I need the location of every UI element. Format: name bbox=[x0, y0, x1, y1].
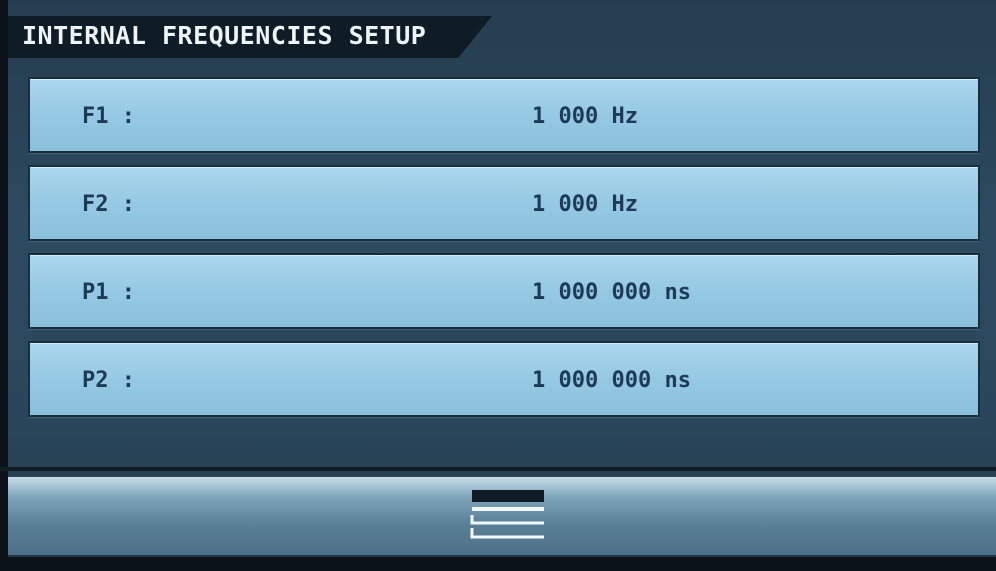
screen: INTERNAL FREQUENCIES SETUP F1 : 1 000 Hz… bbox=[0, 0, 996, 571]
setting-row-p2[interactable]: P2 : 1 000 000 ns bbox=[28, 341, 980, 417]
menu-button[interactable] bbox=[460, 486, 556, 546]
setting-label-f2: F2 : bbox=[82, 192, 135, 217]
screen-bezel-left bbox=[0, 0, 8, 571]
screen-bezel-bottom bbox=[0, 557, 996, 571]
settings-list: F1 : 1 000 Hz F2 : 1 000 Hz P1 : 1 000 0… bbox=[28, 77, 980, 429]
footer-divider bbox=[0, 467, 996, 471]
page-title: INTERNAL FREQUENCIES SETUP bbox=[22, 21, 427, 50]
setting-row-f2[interactable]: F2 : 1 000 Hz bbox=[28, 165, 980, 241]
setting-row-p1[interactable]: P1 : 1 000 000 ns bbox=[28, 253, 980, 329]
menu-icon bbox=[470, 490, 544, 539]
setting-label-p2: P2 : bbox=[82, 368, 135, 393]
setting-label-p1: P1 : bbox=[82, 280, 135, 305]
setting-value-p1: 1 000 000 ns bbox=[532, 280, 691, 305]
setting-value-f1: 1 000 Hz bbox=[532, 104, 638, 129]
setting-value-p2: 1 000 000 ns bbox=[532, 368, 691, 393]
setting-label-f1: F1 : bbox=[82, 104, 135, 129]
setting-row-f1[interactable]: F1 : 1 000 Hz bbox=[28, 77, 980, 153]
setting-value-f2: 1 000 Hz bbox=[532, 192, 638, 217]
